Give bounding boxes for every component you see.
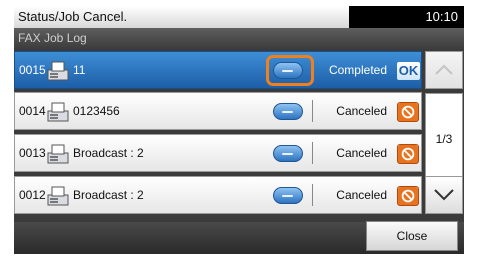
fax-icon [47, 61, 69, 81]
job-detail-button[interactable] [273, 103, 303, 120]
canceled-icon [397, 102, 419, 122]
divider [312, 184, 313, 206]
chevron-up-icon [435, 64, 453, 75]
job-row-0015[interactable]: 0015 11 Completed OK [14, 51, 422, 89]
job-row-0014[interactable]: 0014 0123456 Canceled [14, 92, 422, 130]
job-destination: 0123456 [73, 104, 120, 118]
fax-icon [47, 186, 69, 206]
page-subtitle: FAX Job Log [14, 28, 464, 49]
job-status: Canceled [336, 104, 387, 118]
canceled-icon [397, 186, 419, 206]
status-job-cancel-screen: Status/Job Cancel. 10:10 FAX Job Log 001… [14, 6, 464, 254]
job-number: 0015 [19, 63, 46, 77]
canceled-icon [397, 144, 419, 164]
job-number: 0013 [19, 146, 46, 160]
fax-icon [47, 102, 69, 122]
job-status: Canceled [336, 188, 387, 202]
chevron-down-icon [434, 189, 454, 201]
job-row-0013[interactable]: 0013 Broadcast : 2 Canceled [14, 134, 422, 172]
job-destination: Broadcast : 2 [73, 188, 144, 202]
job-destination: Broadcast : 2 [73, 146, 144, 160]
job-status: Completed [328, 63, 387, 77]
job-number: 0012 [19, 188, 46, 202]
job-detail-button[interactable] [273, 145, 303, 162]
job-row-0012[interactable]: 0012 Broadcast : 2 Canceled [14, 176, 422, 214]
close-button[interactable]: Close [366, 221, 458, 251]
divider [312, 142, 313, 164]
scroll-down-button[interactable] [425, 176, 463, 214]
page-indicator: 1/3 [425, 93, 463, 186]
job-destination: 11 [73, 63, 86, 77]
scroll-up-button[interactable] [425, 51, 463, 89]
job-number: 0014 [19, 104, 46, 118]
status-job-cancel-title[interactable]: Status/Job Cancel. [14, 6, 349, 28]
ok-icon: OK [397, 62, 420, 80]
fax-icon [47, 144, 69, 164]
job-status: Canceled [336, 146, 387, 160]
detail-button-highlight [266, 55, 314, 86]
clock: 10:10 [425, 9, 458, 24]
divider [312, 100, 313, 122]
top-bar: Status/Job Cancel. 10:10 [14, 6, 464, 28]
job-detail-button[interactable] [273, 187, 303, 204]
